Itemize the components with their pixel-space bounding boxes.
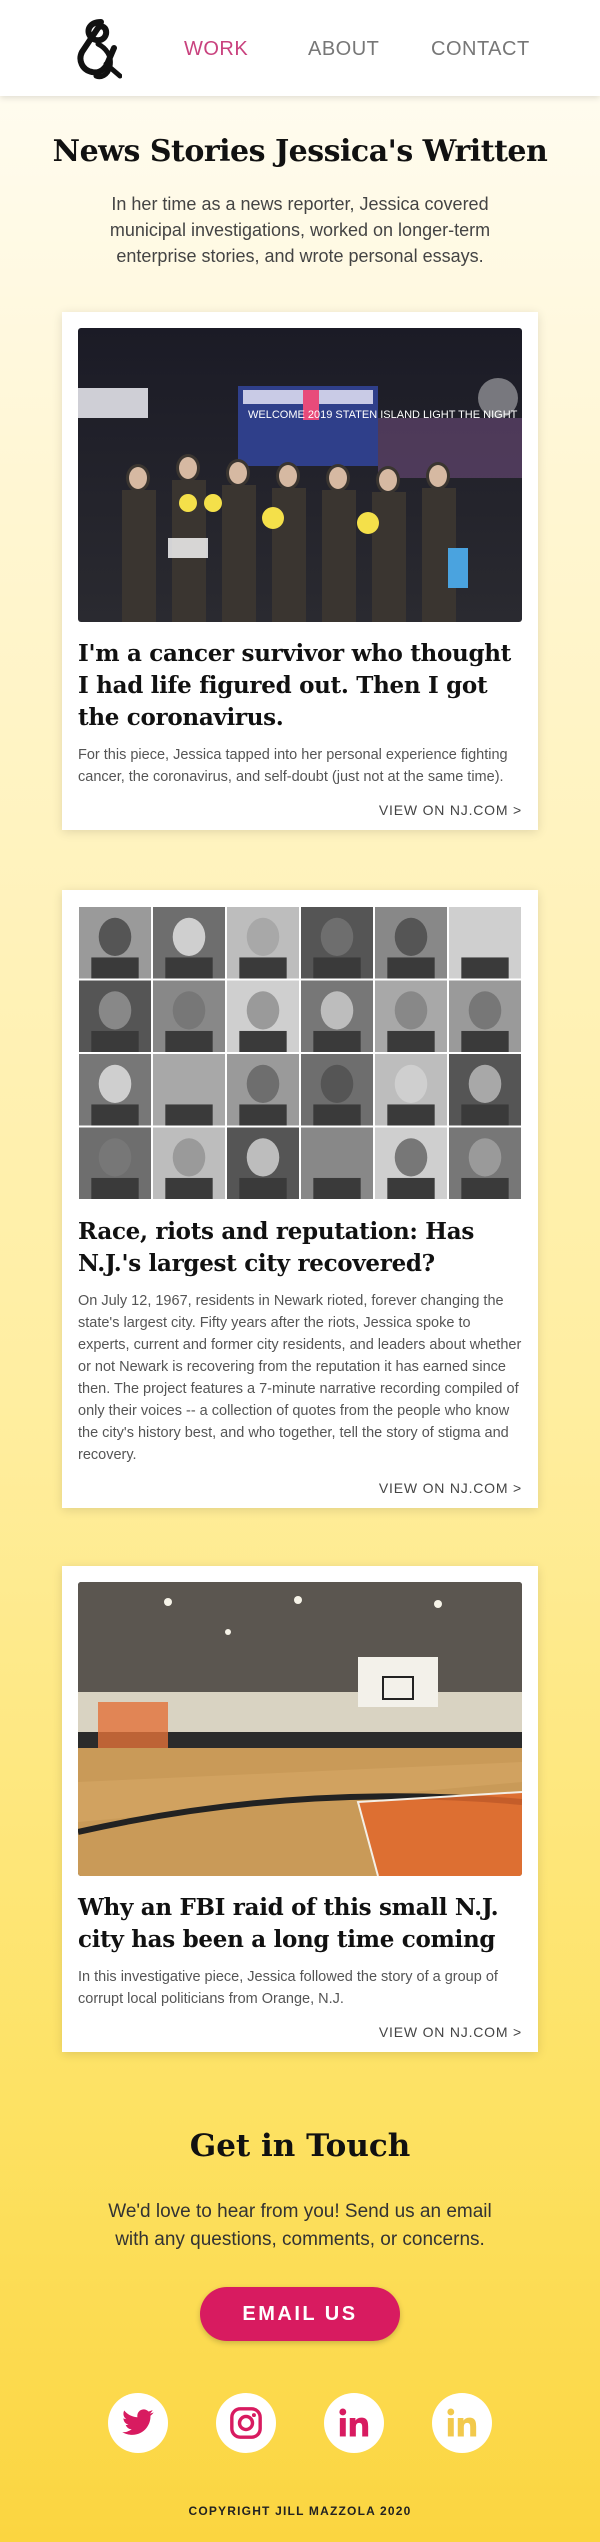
email-us-button[interactable]: EMAIL US — [200, 2287, 400, 2341]
view-on-njcom-link[interactable]: VIEW ON NJ.COM > — [78, 1466, 522, 1508]
portrait-tile — [449, 1127, 521, 1199]
portrait-tile — [449, 907, 521, 979]
portrait-tile — [375, 907, 447, 979]
story-image-gym[interactable] — [78, 1582, 522, 1876]
story-card: WELCOME 2019 STATEN ISLAND LIGHT THE NIG… — [62, 312, 538, 830]
story-image-cancer[interactable]: WELCOME 2019 STATEN ISLAND LIGHT THE NIG… — [78, 328, 522, 622]
portrait-tile — [79, 980, 151, 1052]
story-card: Why an FBI raid of this small N.J. city … — [62, 1566, 538, 2052]
portrait-tile — [375, 980, 447, 1052]
story-title[interactable]: I'm a cancer survivor who thought I had … — [78, 638, 522, 734]
portrait-tile — [227, 1127, 299, 1199]
portrait-tile — [153, 1054, 225, 1126]
intro-text: In her time as a news reporter, Jessica … — [109, 194, 491, 266]
story-image-newark[interactable] — [78, 906, 522, 1200]
portrait-tile — [153, 980, 225, 1052]
story-card: Race, riots and reputation: Has N.J.'s l… — [62, 890, 538, 1508]
contact-text: We'd love to hear from you! Send us an e… — [108, 2201, 492, 2250]
linkedin-icon[interactable] — [324, 2393, 384, 2453]
portrait-tile — [449, 980, 521, 1052]
top-nav: WORK ABOUT CONTACT — [0, 0, 600, 96]
portrait-tile — [301, 907, 373, 979]
story-description: On July 12, 1967, residents in Newark ri… — [78, 1293, 522, 1463]
story-description: For this piece, Jessica tapped into her … — [78, 747, 508, 785]
portrait-tile — [449, 1054, 521, 1126]
portrait-tile — [375, 1054, 447, 1126]
portrait-tile — [79, 1127, 151, 1199]
page-title: News Stories Jessica's Written — [52, 134, 548, 169]
nav-contact-link[interactable]: CONTACT — [431, 38, 530, 61]
nav-about-link[interactable]: ABOUT — [308, 38, 379, 61]
portrait-tile — [153, 907, 225, 979]
portrait-tile — [301, 980, 373, 1052]
view-on-njcom-link[interactable]: VIEW ON NJ.COM > — [78, 2010, 522, 2052]
portrait-tile — [79, 907, 151, 979]
nav-work-link[interactable]: WORK — [184, 38, 248, 61]
logo-icon[interactable] — [76, 18, 122, 80]
contact-title: Get in Touch — [189, 2128, 411, 2164]
portrait-tile — [153, 1127, 225, 1199]
portrait-tile — [301, 1127, 373, 1199]
copyright-text: COPYRIGHT JILL MAZZOLA 2020 — [188, 2504, 412, 2518]
story-title[interactable]: Why an FBI raid of this small N.J. city … — [78, 1892, 522, 1956]
portrait-tile — [375, 1127, 447, 1199]
story-description: In this investigative piece, Jessica fol… — [78, 1969, 498, 2007]
portrait-tile — [79, 1054, 151, 1126]
portrait-tile — [227, 907, 299, 979]
view-on-njcom-link[interactable]: VIEW ON NJ.COM > — [78, 788, 522, 830]
portrait-tile — [227, 980, 299, 1052]
portrait-tile — [301, 1054, 373, 1126]
story-title[interactable]: Race, riots and reputation: Has N.J.'s l… — [78, 1216, 522, 1280]
linkedin-icon[interactable] — [432, 2393, 492, 2453]
twitter-icon[interactable] — [108, 2393, 168, 2453]
portrait-tile — [227, 1054, 299, 1126]
instagram-icon[interactable] — [216, 2393, 276, 2453]
